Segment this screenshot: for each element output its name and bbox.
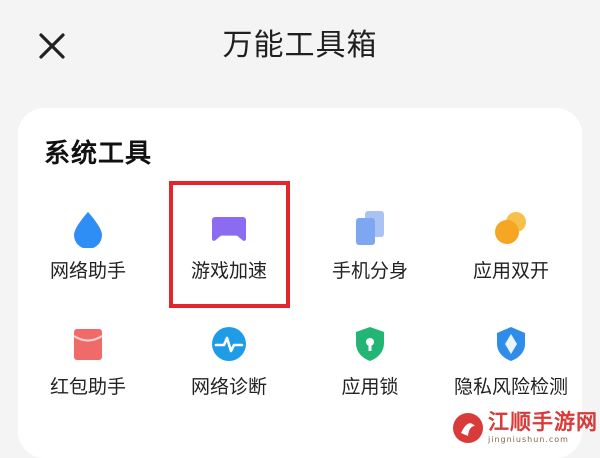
tool-label: 游戏加速 <box>190 260 267 282</box>
page-title: 万能工具箱 <box>222 28 378 63</box>
shield-lock-icon <box>350 324 390 364</box>
privacy-shield-icon <box>491 324 531 364</box>
tool-label: 网络助手 <box>49 260 126 282</box>
watermark: 江顺手游网 jingniushun.com <box>452 408 600 448</box>
tool-phone-clone[interactable]: 手机分身 <box>302 208 438 318</box>
red-envelope-icon <box>68 324 108 364</box>
tool-label: 网络诊断 <box>190 376 267 398</box>
watermark-url: jingniushun.com <box>488 435 569 444</box>
pulse-icon <box>209 324 249 364</box>
tool-label: 应用锁 <box>341 376 399 398</box>
dual-phone-icon <box>350 208 390 248</box>
tool-app-lock[interactable]: 应用锁 <box>302 324 438 434</box>
tool-red-envelope-assistant[interactable]: 红包助手 <box>20 324 156 434</box>
water-drop-icon <box>68 208 108 248</box>
watermark-text: 江顺手游网 <box>488 410 598 434</box>
tool-label: 隐私风险检测 <box>453 376 568 398</box>
dual-circle-icon <box>491 208 531 248</box>
tool-game-acceleration[interactable]: 游戏加速 <box>161 208 297 318</box>
tool-network-assistant[interactable]: 网络助手 <box>20 208 156 318</box>
gamepad-icon <box>209 208 249 248</box>
header-bar: 万能工具箱 <box>0 0 600 95</box>
tool-label: 应用双开 <box>472 260 549 282</box>
tool-label: 红包助手 <box>49 376 126 398</box>
section-title: 系统工具 <box>44 139 153 169</box>
system-tools-card: 系统工具 网络助手 游戏加速 手机分身 应用双开 红包助手 网络诊断 应用锁 隐… <box>18 108 582 458</box>
tool-dual-apps[interactable]: 应用双开 <box>443 208 579 318</box>
site-logo-icon <box>453 413 483 443</box>
tool-label: 手机分身 <box>331 260 408 282</box>
tool-network-diagnosis[interactable]: 网络诊断 <box>161 324 297 434</box>
